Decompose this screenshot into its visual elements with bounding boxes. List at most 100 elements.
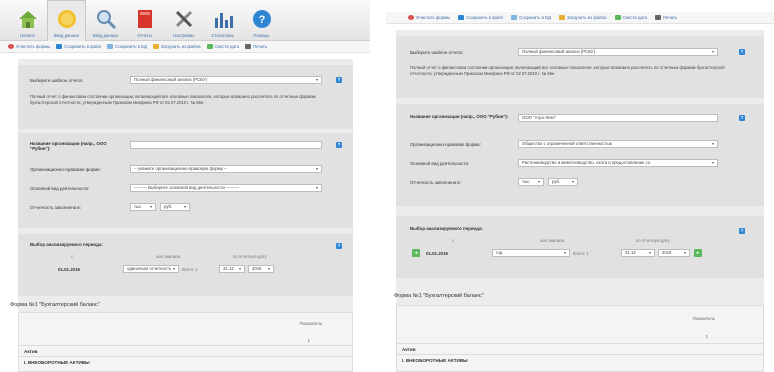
chevron-down-icon: ▾: [149, 204, 152, 209]
chevron-down-icon: ▾: [238, 266, 241, 271]
tab-label: Начало: [20, 33, 35, 38]
chevron-down-icon: ▾: [172, 266, 175, 271]
load-file-button[interactable]: Загрузить из файла: [558, 15, 607, 20]
load-file-button[interactable]: Загрузить из файла: [152, 44, 201, 49]
prev-period-button[interactable]: ◂: [412, 249, 420, 257]
period-card: Выбор анализируемого периода: ? с шаг ан…: [396, 216, 764, 278]
end-day-select[interactable]: 31.12 ▾: [219, 265, 245, 273]
tab-help[interactable]: ? Помощь: [242, 0, 281, 41]
database-icon: [511, 15, 518, 20]
form-title: Форма №1 "Бухгалтерский баланс": [394, 293, 484, 299]
org-card: Название организации (напр., ООО "Рубин"…: [18, 133, 353, 228]
heart-icon: [206, 44, 213, 49]
step-select[interactable]: одиночная отчетность ▾: [123, 265, 179, 273]
template-description: Полный отчет о финансовом состоянии орга…: [30, 94, 316, 105]
legal-form-select[interactable]: Общество с ограниченной ответственностью…: [518, 140, 718, 148]
period-title: Выбор анализируемого периода:: [410, 226, 483, 231]
clear-icon: [8, 44, 14, 49]
end-day-select[interactable]: 31.12 ▾: [621, 249, 655, 257]
help-icon[interactable]: ?: [336, 243, 342, 249]
save-db-button[interactable]: Сохранить в БД: [107, 44, 147, 49]
help-icon[interactable]: ?: [336, 142, 342, 148]
save-file-button[interactable]: Сохранить в файл: [458, 15, 503, 20]
activity-label: Основной вид деятельности:: [30, 186, 90, 191]
units-label: Отчетность заполнена в:: [30, 205, 81, 210]
table-row-assets: Актив: [397, 343, 763, 354]
tab-home[interactable]: Начало: [8, 0, 47, 41]
next-period-button[interactable]: ▸: [694, 249, 702, 257]
summary-button[interactable]: Свести дата: [614, 15, 647, 20]
balance-table: Показатель 1 Актив I. ВНЕОБОРОТНЫЕ АКТИВ…: [18, 312, 353, 372]
printer-icon: [245, 44, 252, 49]
units-currency-select[interactable]: руб. ▾: [160, 203, 190, 211]
clear-forms-button[interactable]: Очистить формы: [8, 44, 50, 49]
col-step-header: шаг анализа: [540, 238, 565, 243]
tab-label: Ввод данных: [92, 33, 119, 38]
print-button[interactable]: Печать: [245, 44, 267, 49]
load-icon: [558, 15, 565, 20]
tab-statistics[interactable]: Статистика: [203, 0, 242, 41]
help-icon[interactable]: ?: [739, 228, 745, 234]
org-name-input[interactable]: [130, 141, 322, 149]
tab-label: Помощь: [253, 33, 270, 38]
save-file-button[interactable]: Сохранить в файл: [56, 44, 101, 49]
table-row-noncurrent: I. ВНЕОБОРОТНЫЕ АКТИВЫ: [397, 354, 763, 365]
col-start-header: с: [452, 238, 455, 243]
tab-settings[interactable]: Настройки: [164, 0, 203, 41]
tab-label: Статистика: [211, 33, 234, 38]
activity-select[interactable]: Растениеводство и животноводство, охота …: [518, 159, 718, 167]
left-screenshot: Начало Ввод данных Ввод данных Отчеты На…: [0, 0, 370, 372]
chevron-down-icon: ▾: [571, 179, 574, 184]
period-title: Выбор анализируемого периода:: [30, 242, 103, 247]
chevron-down-icon: ▾: [183, 204, 186, 209]
clear-forms-button[interactable]: Очистить формы: [408, 15, 450, 20]
table-row-assets: Актив: [19, 345, 352, 356]
printer-icon: [655, 15, 662, 20]
legal-form-label: Организационно-правовая форма:: [410, 142, 481, 147]
end-year-select[interactable]: 2016 ▾: [248, 265, 274, 273]
summary-button[interactable]: Свести дата: [206, 44, 239, 49]
end-year-select[interactable]: 2016 ▾: [658, 249, 690, 257]
units-thousands-select[interactable]: тыс. ▾: [130, 203, 156, 211]
tab-data-input[interactable]: Ввод данных: [47, 0, 86, 41]
tab-label: Настройки: [173, 33, 194, 38]
step-select[interactable]: год ▾: [492, 249, 570, 257]
activity-select[interactable]: --------- Выберите основной вид деятельн…: [130, 184, 322, 192]
org-name-input[interactable]: ООО "Агро-Лекс": [518, 114, 718, 122]
legal-form-select[interactable]: -- укажите организационно-правовую форму…: [130, 165, 322, 173]
tab-reports[interactable]: Отчеты: [125, 0, 164, 41]
chevron-down-icon: ▾: [711, 49, 714, 54]
help-icon[interactable]: ?: [336, 77, 342, 83]
units-currency-select[interactable]: руб. ▾: [548, 178, 578, 186]
tab-data-input-2[interactable]: Ввод данных: [86, 0, 125, 41]
template-card: Выберите шаблон отчета: Полный финансовы…: [396, 36, 764, 98]
save-db-button[interactable]: Сохранить в БД: [511, 15, 551, 20]
arrow-left-icon: ◂: [414, 250, 418, 256]
template-description: Полный отчет о финансовом состоянии орга…: [410, 65, 725, 76]
arrow-right-icon: ▸: [696, 250, 700, 256]
chevron-down-icon: ▾: [711, 141, 714, 146]
help-icon[interactable]: ?: [739, 115, 745, 121]
heart-icon: [614, 15, 621, 20]
col-end-header: по отчетную дату: [233, 254, 267, 259]
folder-icon: [57, 10, 76, 28]
help-icon: ?: [252, 10, 271, 28]
chevron-down-icon: ▾: [683, 250, 686, 255]
step-total: Всего: 1: [182, 267, 198, 272]
units-thousands-select[interactable]: тыс. ▾: [518, 178, 544, 186]
chevron-down-icon: ▾: [537, 179, 540, 184]
template-select[interactable]: Полный финансовый анализ (РСБУ) ▾: [130, 76, 322, 84]
template-label: Выберите шаблон отчета:: [30, 78, 84, 83]
tab-label: Отчеты: [137, 33, 152, 38]
tools-icon: [175, 10, 192, 28]
help-icon[interactable]: ?: [739, 49, 745, 55]
legal-form-label: Организационно-правовая форма:: [30, 167, 101, 172]
template-select[interactable]: Полный финансовый анализ (РСБУ) ▾: [518, 48, 718, 56]
chevron-down-icon: ▾: [315, 166, 318, 171]
magnifier-icon: [96, 10, 116, 30]
step-total: Всего: 1: [573, 251, 589, 256]
chevron-down-icon: ▾: [563, 250, 566, 255]
chevron-down-icon: ▾: [267, 266, 270, 271]
start-date: 01.01.2016: [426, 251, 448, 256]
print-button[interactable]: Печать: [655, 15, 677, 20]
